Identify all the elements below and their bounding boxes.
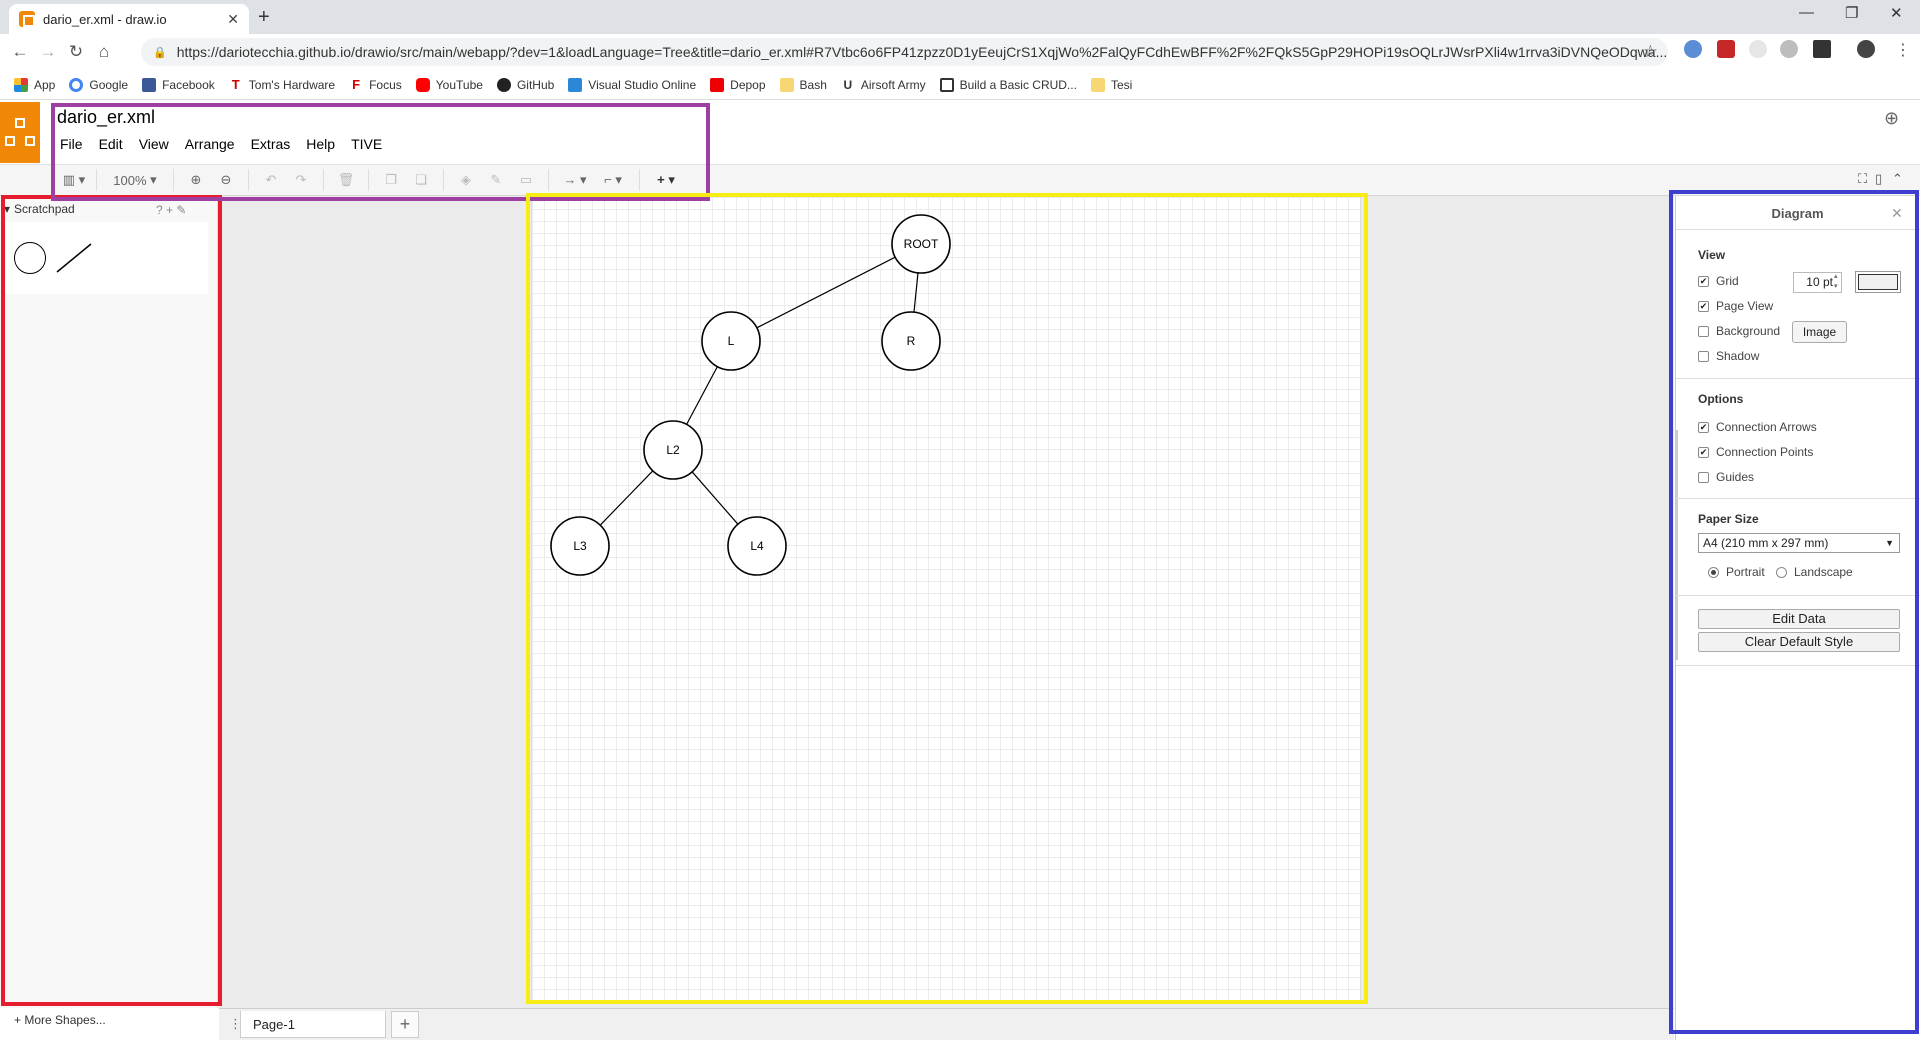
bookmark-visual-studio-online[interactable]: Visual Studio Online [568,77,696,92]
drawio-logo-icon [0,102,40,163]
bookmark-depop[interactable]: Depop [710,77,766,92]
toms-hardware-icon: T [228,77,243,92]
url-field[interactable]: 🔒 https://dariotecchia.github.io/drawio/… [141,38,1668,66]
format-panel-icon[interactable]: ▯ [1875,171,1882,187]
bookmark-toms-hardware[interactable]: T Tom's Hardware [228,77,335,92]
browser-menu-icon[interactable]: ⋮ [1895,40,1911,60]
home-icon[interactable]: ⌂ [90,42,118,62]
page-bar [219,1008,1674,1040]
visual-studio-icon [568,77,583,92]
extension-icon[interactable] [1813,40,1831,58]
back-icon[interactable]: ← [6,42,34,62]
bookmarks-bar: App Google Facebook T Tom's Hardware F Foc… [0,70,1920,100]
google-icon [69,77,84,92]
depop-icon [710,77,725,92]
language-globe-icon[interactable]: ⊕ [1884,108,1899,129]
bookmark-youtube[interactable]: YouTube [415,77,483,92]
lock-icon: 🔒 [153,46,167,59]
folder-icon [779,77,794,92]
restore-window-icon[interactable]: ❐ [1845,4,1858,22]
minimize-window-icon[interactable]: — [1799,4,1814,21]
apps-grid-icon [14,77,28,92]
bookmark-focus[interactable]: F Focus [349,77,402,92]
highlight-box-purple [51,103,710,201]
close-tab-icon[interactable]: ✕ [227,11,239,28]
facebook-icon [142,77,157,92]
airsoft-army-icon: U [840,77,855,92]
reload-icon[interactable]: ↻ [62,42,90,62]
browser-tab[interactable]: dario_er.xml - draw.io ✕ [9,4,249,34]
highlight-box-red [1,195,222,1006]
more-shapes-button[interactable]: + More Shapes... [14,1013,106,1027]
browser-tab-bar [0,0,1920,34]
bookmark-star-icon[interactable]: ☆ [1643,42,1658,62]
focus-icon: F [349,77,364,92]
browser-tab-title: dario_er.xml - draw.io [43,11,167,27]
bookmark-bash[interactable]: Bash [779,77,827,92]
highlight-box-blue [1669,190,1919,1034]
highlight-box-yellow [526,193,1368,1004]
forward-icon[interactable]: → [34,42,62,62]
address-bar-row: ← → ↻ ⌂ 🔒 https://dariotecchia.github.io… [0,34,1920,70]
github-icon [496,77,511,92]
bookmark-airsoft-army[interactable]: U Airsoft Army [840,77,926,92]
crud-site-icon [939,77,954,92]
bookmark-app[interactable]: App [14,77,55,92]
folder-icon [1090,77,1105,92]
youtube-icon [415,77,430,92]
extension-icon[interactable] [1749,40,1767,58]
bookmark-google[interactable]: Google [69,77,128,92]
bookmark-tesi[interactable]: Tesi [1090,77,1132,92]
add-page-button[interactable]: + [391,1011,419,1038]
new-tab-button[interactable]: + [258,6,270,29]
bookmark-facebook[interactable]: Facebook [142,77,215,92]
bookmark-github[interactable]: GitHub [496,77,554,92]
fullscreen-icon[interactable]: ⛶ [1858,171,1867,187]
drawio-favicon-icon [19,11,35,27]
ublock-icon[interactable] [1717,40,1735,58]
url-text: https://dariotecchia.github.io/drawio/sr… [176,44,1668,60]
page-tab[interactable]: Page-1 [240,1011,386,1038]
collapse-icon[interactable]: ⌃ [1892,171,1903,187]
bookmark-build-crud[interactable]: Build a Basic CRUD... [939,77,1077,92]
extension-icon[interactable] [1684,40,1702,58]
close-window-icon[interactable]: ✕ [1890,4,1903,22]
cloud-extension-icon[interactable] [1780,40,1798,58]
profile-avatar-icon[interactable] [1857,40,1875,58]
